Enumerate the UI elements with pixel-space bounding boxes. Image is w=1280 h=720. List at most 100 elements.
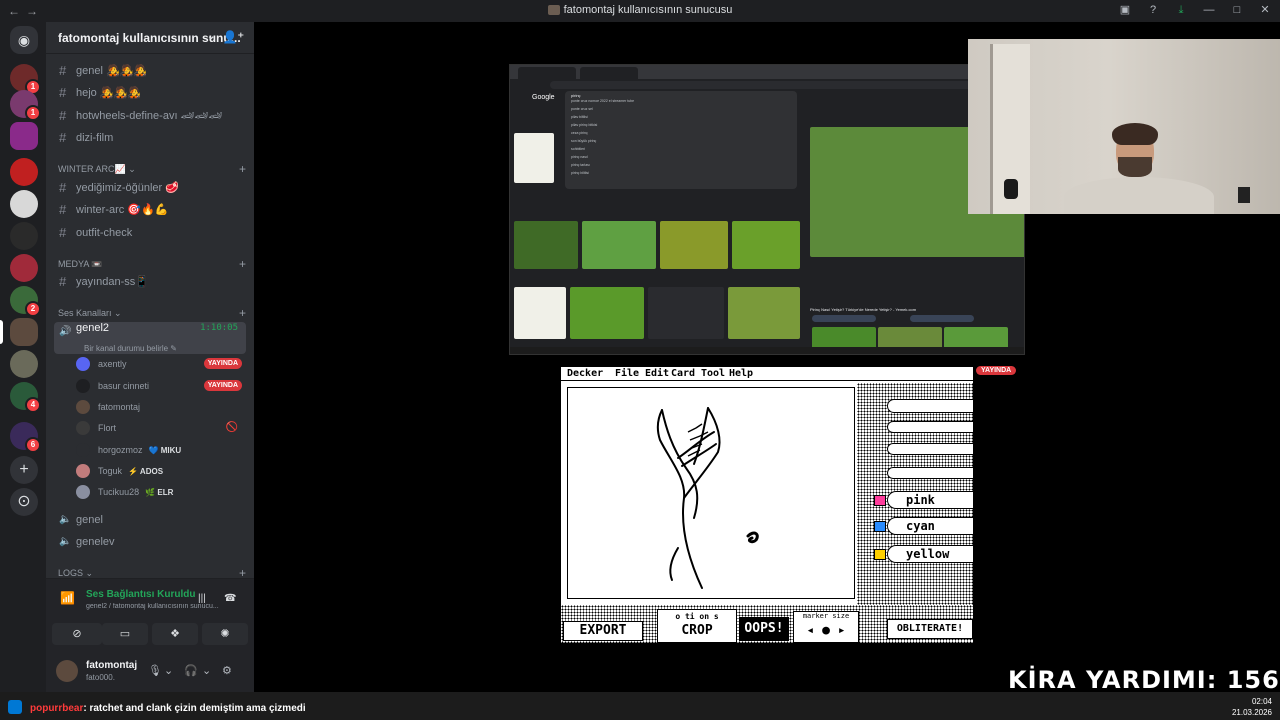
decker-stream[interactable]: Decker File Edit Card Tool Help pink cya… <box>560 366 974 644</box>
drawing-canvas[interactable] <box>567 387 855 599</box>
pencil-tool[interactable] <box>887 467 973 479</box>
voice-user-axently[interactable]: axently YAYINDA <box>76 354 246 374</box>
server-icon[interactable] <box>10 158 38 186</box>
marker-pink[interactable]: pink <box>874 491 973 509</box>
live-badge[interactable]: YAYINDA <box>203 358 242 369</box>
voice-connected-label[interactable]: Ses Bağlantısı Kuruldu <box>86 589 195 600</box>
voice-user-toguk[interactable]: Toguk ⚡ ADOS <box>76 461 246 481</box>
activities-button[interactable]: ❖ <box>152 623 198 645</box>
text-channel-dizi-film[interactable]: # dizi-film <box>54 128 246 148</box>
channel-status[interactable]: Bir kanal durumu belirle ✎ <box>84 339 177 354</box>
user-name[interactable]: fatomontaj <box>86 660 137 671</box>
voice-user-basur-cinneti[interactable]: basur cinneti YAYINDA <box>76 376 246 396</box>
menu-help[interactable]: Help <box>729 368 753 379</box>
close-icon[interactable]: ✕ <box>1258 3 1272 17</box>
menu-card[interactable]: Card <box>671 368 695 379</box>
server-icon-active[interactable] <box>10 318 38 346</box>
download-icon[interactable]: ⤓ <box>1174 3 1188 17</box>
voice-user-tucikuu28[interactable]: Tucikuu28 🌿 ELR <box>76 482 246 502</box>
text-channel-yedigimiz[interactable]: # yediğimiz-öğünler 🥩 <box>54 178 246 198</box>
menu-edit[interactable]: Edit <box>645 368 669 379</box>
add-channel-icon[interactable]: + <box>239 306 246 320</box>
text-channel-outfit-check[interactable]: # outfit-check <box>54 223 246 243</box>
text-channel-winter-arc[interactable]: # winter-arc 🎯🔥💪 <box>54 200 246 220</box>
marker-yellow[interactable]: yellow <box>874 545 973 563</box>
server-icon[interactable]: 6 <box>10 422 41 453</box>
server-icon[interactable]: 1 <box>10 64 41 95</box>
add-server-icon[interactable]: + <box>10 456 38 484</box>
voice-user-horgozmoz[interactable]: horgozmoz 💙 MIKU <box>76 440 246 460</box>
category-ses-kanallari[interactable]: Ses Kanalları ⌄ + <box>58 306 246 320</box>
minimize-icon[interactable]: — <box>1202 3 1216 17</box>
help-icon[interactable]: ? <box>1146 3 1160 17</box>
add-channel-icon[interactable]: + <box>239 257 246 271</box>
brush-tool[interactable] <box>887 443 973 455</box>
category-winter-arc[interactable]: WINTER ARC📈 ⌄ + <box>58 162 246 176</box>
disconnect-icon[interactable]: ☎ <box>224 593 236 604</box>
server-icon[interactable] <box>10 350 38 378</box>
export-button[interactable]: EXPORT <box>563 621 643 641</box>
microphone-icon[interactable]: 🎙 <box>148 664 162 677</box>
server-icon[interactable] <box>10 122 38 150</box>
menu-tool[interactable]: Tool <box>701 368 725 379</box>
text-channel-yayindan-ss[interactable]: # yayından-ss📱 <box>54 272 246 292</box>
obliterate-button[interactable]: OBLITERATE! <box>887 619 973 639</box>
server-icon[interactable] <box>10 254 38 282</box>
headphones-icon[interactable]: 🎧 <box>184 664 198 677</box>
suggestion: ponte cruz sel <box>571 107 593 111</box>
server-header[interactable]: fatomontaj kullanıcısının sunu... ⌄ 👤⁺ <box>46 22 254 54</box>
options-button[interactable]: o ti on s CROP <box>657 609 737 643</box>
image-thumbnail <box>732 221 800 269</box>
pen-fine-tool[interactable] <box>887 399 973 413</box>
system-clock[interactable]: 02:04 21.03.2026 <box>1232 696 1272 718</box>
webcam-stream[interactable] <box>968 39 1280 214</box>
soundboard-button[interactable]: ✺ <box>202 623 248 645</box>
add-channel-icon[interactable]: + <box>239 162 246 176</box>
server-icon[interactable]: 1 <box>10 90 41 121</box>
voice-channel-genel2[interactable]: 🔊 genel2 1:10:05 Bir kanal durumu belirl… <box>54 322 246 354</box>
avatar[interactable] <box>56 660 78 682</box>
category-medya[interactable]: MEDYA 📼 + <box>58 257 246 271</box>
signal-icon[interactable]: 📶 <box>60 591 75 605</box>
server-icon[interactable]: 4 <box>10 382 41 413</box>
discord-home-icon[interactable]: ◉ <box>10 26 38 54</box>
image-thumbnail <box>582 221 656 269</box>
screen-share-button[interactable]: ▭ <box>102 623 148 645</box>
text-channel-hejo[interactable]: # hejo 🧑‍🎤🧑‍🎤🧑‍🎤 <box>54 83 246 103</box>
start-icon[interactable] <box>8 700 22 714</box>
shared-taskbar <box>510 347 1024 354</box>
voice-user-flort[interactable]: Flort 🚫 <box>76 418 246 438</box>
oops-button[interactable]: OOPS! <box>739 617 789 641</box>
ticker-message: : ratchet and clank çizin demiştim ama ç… <box>83 703 306 714</box>
chevron-down-icon[interactable]: ⌄ <box>202 664 211 677</box>
chevron-down-icon[interactable]: ⌄ <box>164 664 173 677</box>
text-channel-genel[interactable]: # genel 🧑‍🎤🧑‍🎤🧑‍🎤 <box>54 61 246 81</box>
suggestion: pilav pirinç bitkisi <box>571 123 598 127</box>
menu-decker[interactable]: Decker <box>567 368 603 379</box>
server-icon[interactable]: 2 <box>10 286 41 317</box>
save-button <box>910 315 974 322</box>
pen-medium-tool[interactable] <box>887 421 973 433</box>
voice-user-fatomontaj[interactable]: fatomontaj <box>76 397 246 417</box>
invite-icon[interactable]: 👤⁺ <box>223 30 244 44</box>
server-icon[interactable] <box>10 190 38 218</box>
marker-size-control[interactable]: marker size ◂ ● ▸ <box>793 611 859 643</box>
text-channel-hotwheels[interactable]: # hotwheels-define-avı 🏎🏎🏎 <box>54 106 246 126</box>
suggestion: pirinç tarlası <box>571 163 590 167</box>
server-icon[interactable] <box>10 222 38 250</box>
camera-off-button[interactable]: ⊘ <box>52 623 102 645</box>
marker-label: cyan <box>906 519 935 533</box>
voice-channel-genel[interactable]: 🔈 genel <box>54 510 246 530</box>
menu-file[interactable]: File <box>615 368 639 379</box>
voice-channel-genelev[interactable]: 🔈 genelev <box>54 532 246 552</box>
live-badge[interactable]: YAYINDA <box>203 380 242 391</box>
marker-cyan[interactable]: cyan <box>874 517 973 535</box>
noise-suppression-icon[interactable]: ||| <box>198 593 206 604</box>
discover-icon[interactable]: ⊙ <box>10 488 38 516</box>
maximize-icon[interactable]: □ <box>1230 3 1244 17</box>
settings-gear-icon[interactable]: ⚙ <box>222 664 232 677</box>
inbox-icon[interactable]: ▣ <box>1118 3 1132 17</box>
screen-share-stream[interactable]: Google pirinç ponte cruz nomoe 2022 el s… <box>509 64 1025 355</box>
voice-channel-path[interactable]: genel2 / fatomontaj kullanıcısının sunuc… <box>86 603 234 610</box>
related-list <box>648 287 724 339</box>
